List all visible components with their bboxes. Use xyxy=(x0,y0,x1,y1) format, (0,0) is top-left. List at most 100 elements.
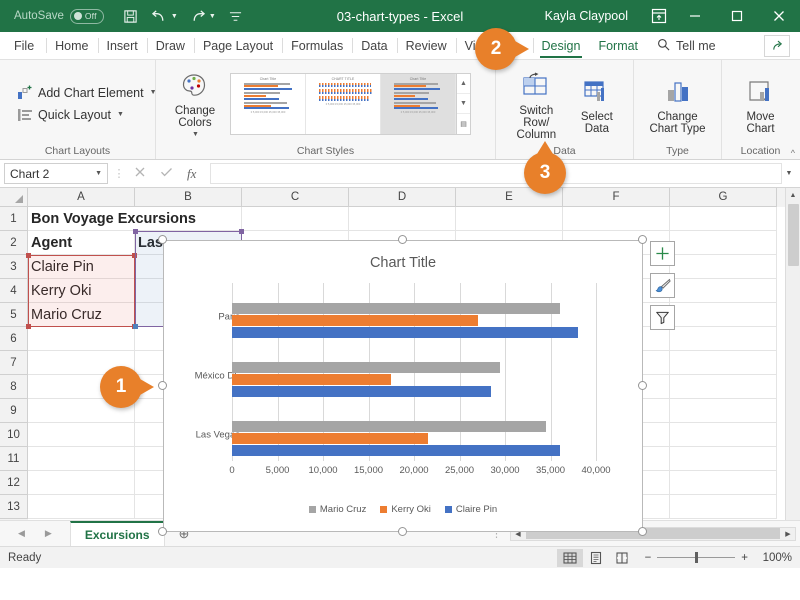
tab-design[interactable]: Design xyxy=(532,32,590,59)
cell-g4[interactable] xyxy=(670,279,777,303)
quick-layout-button[interactable]: Quick Layout ▼ xyxy=(16,106,157,123)
chart-value-axis[interactable]: 0 5,000 10,000 15,000 20,000 25,000 30,0… xyxy=(229,465,610,479)
switch-row-column-button[interactable]: Switch Row/ Column xyxy=(506,67,567,141)
column-header-c[interactable]: C xyxy=(242,188,349,207)
chart-elements-button[interactable] xyxy=(650,241,675,266)
add-chart-element-button[interactable]: Add Chart Element ▼ xyxy=(16,84,157,101)
select-data-button[interactable]: Select Data xyxy=(571,73,623,135)
chart-handle-top-right[interactable] xyxy=(638,235,647,244)
cell-a4[interactable]: Kerry Oki xyxy=(28,279,135,303)
bar-las-vegas-kerry-oki[interactable] xyxy=(232,433,428,444)
zoom-level[interactable]: 100% xyxy=(754,552,792,564)
autosave-toggle[interactable]: AutoSave Off xyxy=(14,8,104,24)
chart-plot-area[interactable]: Paris México DF Las Vegas 0 5,000 10,000… xyxy=(164,283,642,476)
vertical-scrollbar[interactable]: ▲ xyxy=(785,188,800,520)
redo-icon[interactable] xyxy=(189,7,207,25)
customize-qat-icon[interactable] xyxy=(227,7,245,25)
redo-dropdown-icon[interactable]: ▼ xyxy=(209,13,216,20)
row-header-9[interactable]: 9 xyxy=(0,399,28,423)
change-chart-type-button[interactable]: Change Chart Type xyxy=(644,73,711,135)
sheet-tab-excursions[interactable]: Excursions xyxy=(69,521,165,546)
chart-style-thumb-2[interactable]: CHART TITLE 0 5,000 15,000 25,000 35,000 xyxy=(306,73,381,134)
tab-review[interactable]: Review xyxy=(396,32,456,59)
chart-category-axis[interactable]: Paris México DF Las Vegas xyxy=(178,283,240,461)
cell-a1[interactable]: Bon Voyage Excursions xyxy=(28,207,242,231)
chart-styles-button[interactable] xyxy=(650,273,675,298)
cell-g10[interactable] xyxy=(670,423,777,447)
collapse-ribbon-icon[interactable]: ^ xyxy=(791,148,795,158)
bar-mexico-df-kerry-oki[interactable] xyxy=(232,374,392,385)
row-header-10[interactable]: 10 xyxy=(0,423,28,447)
undo-dropdown-icon[interactable]: ▼ xyxy=(171,13,178,20)
cell-a3[interactable]: Claire Pin xyxy=(28,255,135,279)
tab-draw[interactable]: Draw xyxy=(146,32,194,59)
cell-a10[interactable] xyxy=(28,423,135,447)
column-header-d[interactable]: D xyxy=(349,188,456,207)
cell-g13[interactable] xyxy=(670,495,777,519)
scroll-right-icon[interactable]: ▶ xyxy=(781,530,795,538)
chart-handle-bottom-center[interactable] xyxy=(398,527,407,536)
cell-g2[interactable] xyxy=(670,231,777,255)
zoom-out-button[interactable]: − xyxy=(645,552,652,564)
change-colors-button[interactable]: Change Colors ▼ xyxy=(166,67,224,141)
cell-a13[interactable] xyxy=(28,495,135,519)
cell-g3[interactable] xyxy=(670,255,777,279)
chart-styles-gallery[interactable]: Chart Title 0 5,000 15,000 25,000 35,000… xyxy=(230,72,471,135)
row-header-1[interactable]: 1 xyxy=(0,207,28,231)
cell-f1[interactable] xyxy=(563,207,670,231)
scroll-up-icon[interactable]: ▲ xyxy=(785,188,800,203)
ribbon-display-options-icon[interactable] xyxy=(644,8,674,24)
cell-g6[interactable] xyxy=(670,327,777,351)
page-layout-view-button[interactable] xyxy=(583,549,609,567)
column-header-g[interactable]: G xyxy=(670,188,777,207)
cell-g12[interactable] xyxy=(670,471,777,495)
gallery-scroll-up-icon[interactable]: ▲ xyxy=(457,74,470,93)
chart-object[interactable]: Chart Title Paris México DF Las Vegas 0 … xyxy=(163,240,643,532)
bar-las-vegas-claire-pin[interactable] xyxy=(232,445,560,456)
legend-item-mario-cruz[interactable]: Mario Cruz xyxy=(308,504,366,515)
previous-sheet-icon[interactable]: ◀ xyxy=(18,528,25,539)
chart-style-thumb-1[interactable]: Chart Title 0 5,000 15,000 25,000 35,000 xyxy=(231,73,306,134)
bar-las-vegas-mario-cruz[interactable] xyxy=(232,421,546,432)
normal-view-button[interactable] xyxy=(556,548,583,567)
chart-style-thumb-3[interactable]: Chart Title 0 5,000 15,000 25,000 35,000 xyxy=(381,73,456,134)
bar-paris-mario-cruz[interactable] xyxy=(232,303,560,314)
minimize-icon[interactable] xyxy=(674,0,716,32)
zoom-in-button[interactable]: + xyxy=(741,552,748,564)
legend-item-claire-pin[interactable]: Claire Pin xyxy=(444,504,497,515)
row-header-6[interactable]: 6 xyxy=(0,327,28,351)
move-chart-button[interactable]: Move Chart xyxy=(732,73,789,135)
tab-formulas[interactable]: Formulas xyxy=(282,32,352,59)
formula-input[interactable] xyxy=(210,163,782,184)
column-header-f[interactable]: F xyxy=(563,188,670,207)
row-header-5[interactable]: 5 xyxy=(0,303,28,327)
name-box[interactable]: Chart 2 ▼ xyxy=(4,163,108,184)
share-button[interactable] xyxy=(764,34,790,57)
legend-item-kerry-oki[interactable]: Kerry Oki xyxy=(380,504,431,515)
insert-function-icon[interactable]: fx xyxy=(187,166,196,182)
tab-page-layout[interactable]: Page Layout xyxy=(193,32,282,59)
bar-mexico-df-claire-pin[interactable] xyxy=(232,386,492,397)
cell-e1[interactable] xyxy=(456,207,563,231)
expand-formula-bar-icon[interactable]: ▼ xyxy=(782,170,796,177)
tell-me-box[interactable]: Tell me xyxy=(647,32,726,59)
chart-handle-top-left[interactable] xyxy=(158,235,167,244)
cell-g1[interactable] xyxy=(670,207,777,231)
tab-home[interactable]: Home xyxy=(46,32,97,59)
row-header-7[interactable]: 7 xyxy=(0,351,28,375)
row-header-12[interactable]: 12 xyxy=(0,471,28,495)
chart-legend[interactable]: Mario Cruz Kerry Oki Claire Pin xyxy=(164,504,642,515)
chevron-down-icon[interactable]: ▼ xyxy=(117,111,124,118)
chart-handle-bottom-left[interactable] xyxy=(158,527,167,536)
column-header-a[interactable]: A xyxy=(28,188,135,207)
row-header-3[interactable]: 3 xyxy=(0,255,28,279)
cell-g5[interactable] xyxy=(670,303,777,327)
select-all-corner[interactable] xyxy=(0,188,28,207)
row-header-8[interactable]: 8 xyxy=(0,375,28,399)
bar-paris-claire-pin[interactable] xyxy=(232,327,578,338)
next-sheet-icon[interactable]: ▶ xyxy=(45,528,52,539)
cell-g7[interactable] xyxy=(670,351,777,375)
tab-format[interactable]: Format xyxy=(589,32,647,59)
chart-filters-button[interactable] xyxy=(650,305,675,330)
chart-handle-top-center[interactable] xyxy=(398,235,407,244)
